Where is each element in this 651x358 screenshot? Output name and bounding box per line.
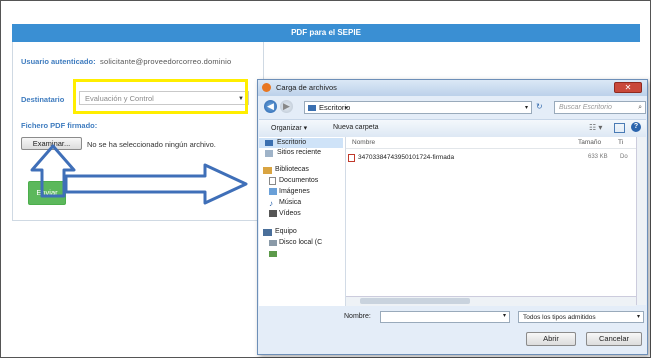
- local-disk-icon: [269, 240, 277, 246]
- recent-places-icon: [265, 150, 273, 157]
- forward-icon[interactable]: ▶: [280, 100, 293, 113]
- cancel-button[interactable]: Cancelar: [586, 332, 642, 346]
- organize-label: Organizar: [271, 125, 302, 132]
- nav-item-imagenes[interactable]: Imágenes: [279, 188, 310, 195]
- file-name: 34703384743950101724-firmada: [358, 154, 455, 161]
- file-list: Nombre Tamaño Ti 34703384743950101724-fi…: [346, 137, 644, 297]
- horizontal-scrollbar[interactable]: [346, 296, 636, 306]
- nav-item-disco-local[interactable]: Disco local (C: [279, 239, 322, 246]
- filetype-select[interactable]: Todos los tipos admitidos ▾: [518, 311, 644, 323]
- nav-item-documentos[interactable]: Documentos: [279, 177, 318, 184]
- organize-button[interactable]: Organizar ▾: [271, 124, 307, 132]
- filetype-dropdown-icon: ▾: [636, 314, 640, 320]
- new-folder-button[interactable]: Nueva carpeta: [333, 124, 379, 131]
- images-icon: [269, 188, 277, 195]
- pdf-file-icon: [348, 154, 355, 162]
- computer-icon: [263, 229, 272, 236]
- nav-item-bibliotecas[interactable]: Bibliotecas: [275, 166, 309, 173]
- firefox-icon: [262, 83, 271, 92]
- nav-item-musica[interactable]: Música: [279, 199, 301, 206]
- vertical-scrollbar[interactable]: [636, 137, 646, 305]
- col-header-type[interactable]: Ti: [618, 137, 623, 148]
- address-bar[interactable]: Escritorio ▸ ▾: [304, 101, 532, 114]
- dialog-title: Carga de archivos: [276, 83, 337, 92]
- filename-dropdown-icon[interactable]: ▾: [503, 312, 506, 319]
- dialog-titlebar: Carga de archivos ✕: [258, 80, 647, 96]
- up-arrow-left: [30, 144, 76, 198]
- file-size: 633 KB: [588, 154, 608, 160]
- documents-icon: [269, 177, 276, 185]
- refresh-icon[interactable]: ↻: [536, 102, 543, 111]
- desktop-icon: [265, 140, 273, 146]
- col-header-size[interactable]: Tamaño: [578, 137, 601, 148]
- breadcrumb-chevron-icon: ▸: [345, 105, 349, 111]
- nav-item-recientes[interactable]: Sitios reciente: [277, 149, 321, 156]
- libraries-icon: [263, 167, 272, 174]
- file-dialog: Carga de archivos ✕ ◀ ▶ Escritorio ▸ ▾ ↻…: [257, 79, 648, 355]
- open-button[interactable]: Abrir: [526, 332, 576, 346]
- music-icon: ♪: [269, 199, 273, 208]
- filetype-value: Todos los tipos admitidos: [523, 314, 596, 321]
- right-arrow: [64, 163, 248, 205]
- nav-item-videos[interactable]: Vídeos: [279, 210, 301, 217]
- address-dropdown-icon[interactable]: ▾: [525, 102, 528, 114]
- file-type: Do: [620, 154, 628, 160]
- nav-item-equipo[interactable]: Equipo: [275, 228, 297, 235]
- videos-icon: [269, 210, 277, 217]
- view-options-icon[interactable]: ☷ ▾: [589, 123, 602, 132]
- scroll-thumb[interactable]: [360, 298, 470, 304]
- col-header-name[interactable]: Nombre: [352, 137, 375, 148]
- search-placeholder: Buscar Escritorio: [559, 104, 612, 111]
- search-icon: ⌕: [638, 104, 642, 111]
- close-button[interactable]: ✕: [614, 82, 642, 93]
- header-divider: [346, 148, 644, 149]
- navigation-pane: Escritorio Sitios reciente Bibliotecas D…: [259, 137, 346, 306]
- filename-input[interactable]: ▾: [380, 311, 510, 323]
- dialog-toolbar: Organizar ▾ Nueva carpeta ☷ ▾ ?: [259, 119, 646, 138]
- nav-item-escritorio[interactable]: Escritorio: [277, 139, 306, 146]
- desktop-icon: [308, 105, 316, 111]
- preview-pane-icon[interactable]: [614, 123, 625, 133]
- file-row[interactable]: 34703384743950101724-firmada 633 KB Do: [346, 153, 636, 163]
- network-drive-icon: [269, 251, 277, 257]
- help-icon[interactable]: ?: [631, 122, 641, 132]
- search-input[interactable]: Buscar Escritorio ⌕: [554, 101, 646, 114]
- back-icon[interactable]: ◀: [264, 100, 277, 113]
- filename-label: Nombre:: [344, 313, 371, 320]
